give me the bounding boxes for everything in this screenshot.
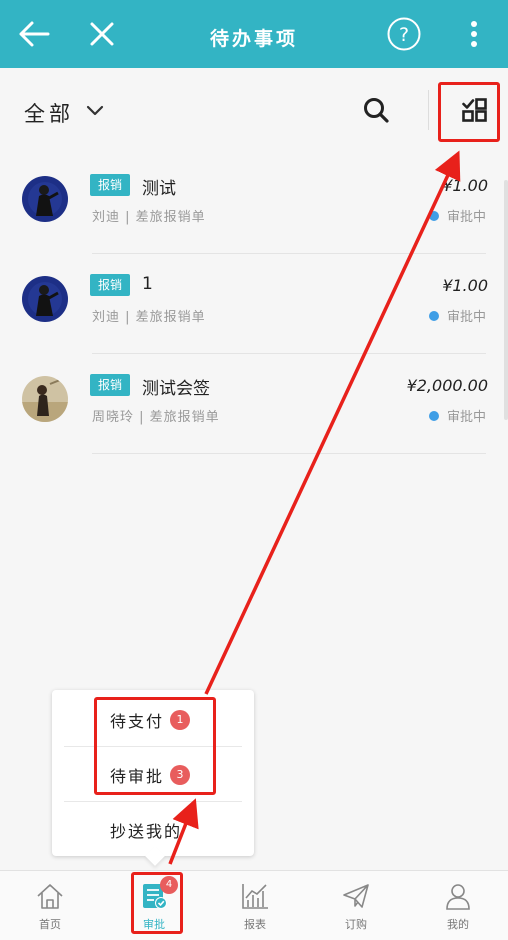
todo-list: 报销 测试 刘迪 | 差旅报销单 ¥1.00 审批中 报销 1 刘迪 | 差旅报… (0, 154, 508, 454)
page-title: 待办事项 (209, 28, 298, 50)
status-text: 审批中 (446, 310, 486, 325)
item-amount: ¥1.00 (442, 176, 488, 195)
tab-order[interactable]: 订购 (306, 871, 406, 940)
document-type: 差旅报销单 (135, 210, 206, 225)
highlight-box (131, 872, 183, 934)
highlight-box (94, 697, 216, 795)
list-item[interactable]: 报销 测试会签 周晓玲 | 差旅报销单 ¥2,000.00 审批中 (0, 354, 508, 454)
item-title: 测试会签 (142, 379, 210, 399)
tab-home[interactable]: 首页 (0, 871, 100, 940)
status-dot-icon (428, 410, 439, 421)
item-subtitle: 刘迪 | 差旅报销单 (92, 310, 206, 325)
category-tag: 报销 (90, 374, 130, 396)
status-badge: 审批中 (428, 306, 486, 325)
top-bar: 待办事项 ? (0, 0, 508, 68)
avatar (22, 276, 68, 322)
question-circle-icon[interactable]: ? (384, 14, 424, 54)
divider (428, 90, 429, 130)
svg-text:?: ? (399, 24, 409, 46)
item-amount: ¥1.00 (442, 276, 488, 295)
paper-plane-icon (341, 881, 371, 915)
submitter-name: 周晓玲 (92, 410, 135, 425)
avatar (22, 376, 68, 422)
status-text: 审批中 (446, 410, 486, 425)
row-divider (92, 453, 486, 454)
tab-label: 我的 (447, 918, 469, 931)
item-amount: ¥2,000.00 (406, 376, 488, 395)
item-title: 测试 (142, 179, 176, 199)
list-item[interactable]: 报销 测试 刘迪 | 差旅报销单 ¥1.00 审批中 (0, 154, 508, 254)
category-tag: 报销 (90, 274, 130, 296)
tab-label: 订购 (345, 918, 367, 931)
category-tag: 报销 (90, 174, 130, 196)
chart-icon (240, 881, 270, 915)
item-title: 1 (142, 274, 153, 294)
scrollbar[interactable] (504, 180, 508, 420)
avatar (22, 176, 68, 222)
filter-dropdown-label[interactable]: 全部 (24, 98, 74, 128)
item-subtitle: 周晓玲 | 差旅报销单 (92, 410, 220, 425)
bottom-tab-bar: 首页 审批 报表 订购 我的 (0, 870, 508, 940)
highlight-box (438, 82, 500, 142)
tab-me[interactable]: 我的 (408, 871, 508, 940)
user-icon (443, 881, 473, 915)
filter-bar: 全部 (0, 68, 508, 154)
document-type: 差旅报销单 (135, 310, 206, 325)
document-type: 差旅报销单 (149, 410, 220, 425)
submitter-name: 刘迪 (92, 210, 121, 225)
tab-label: 报表 (244, 918, 266, 931)
submitter-name: 刘迪 (92, 310, 121, 325)
chevron-down-icon[interactable] (86, 102, 104, 121)
tab-reports[interactable]: 报表 (205, 871, 305, 940)
menu-item-label: 抄送我的 (110, 821, 183, 841)
home-icon (35, 881, 65, 915)
more-vertical-icon[interactable] (454, 14, 494, 54)
status-dot-icon (428, 310, 439, 321)
list-item[interactable]: 报销 1 刘迪 | 差旅报销单 ¥1.00 审批中 (0, 254, 508, 354)
status-text: 审批中 (446, 210, 486, 225)
status-badge: 审批中 (428, 206, 486, 225)
status-badge: 审批中 (428, 406, 486, 425)
item-subtitle: 刘迪 | 差旅报销单 (92, 210, 206, 225)
search-icon[interactable] (362, 96, 390, 128)
status-dot-icon (428, 210, 439, 221)
tab-label: 首页 (39, 918, 61, 931)
